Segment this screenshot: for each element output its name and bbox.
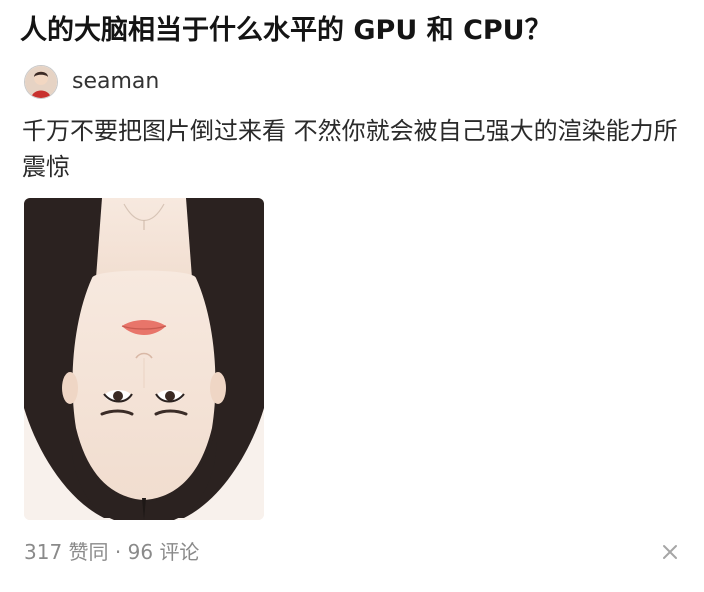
answer-stats: 317 赞同 · 96 评论 xyxy=(24,538,199,566)
close-icon xyxy=(663,545,677,559)
author-name[interactable]: seaman xyxy=(72,68,159,96)
question-title[interactable]: 人的大脑相当于什么水平的 GPU 和 CPU？ xyxy=(20,12,680,50)
stats-separator: · xyxy=(114,540,122,564)
dismiss-button[interactable] xyxy=(656,538,684,566)
upvote-count[interactable]: 317 xyxy=(24,540,62,564)
answer-image[interactable] xyxy=(24,198,264,520)
answer-content: 千万不要把图片倒过来看 不然你就会被自己强大的渲染能力所震惊 xyxy=(22,117,678,181)
comment-count[interactable]: 96 xyxy=(128,540,153,564)
author-row[interactable]: seaman xyxy=(24,62,159,102)
upvote-label[interactable]: 赞同 xyxy=(69,540,109,564)
answer-card: 人的大脑相当于什么水平的 GPU 和 CPU？ seaman 千万不要把图片倒过… xyxy=(0,0,704,592)
comment-label[interactable]: 评论 xyxy=(159,540,199,564)
avatar[interactable] xyxy=(24,65,58,99)
